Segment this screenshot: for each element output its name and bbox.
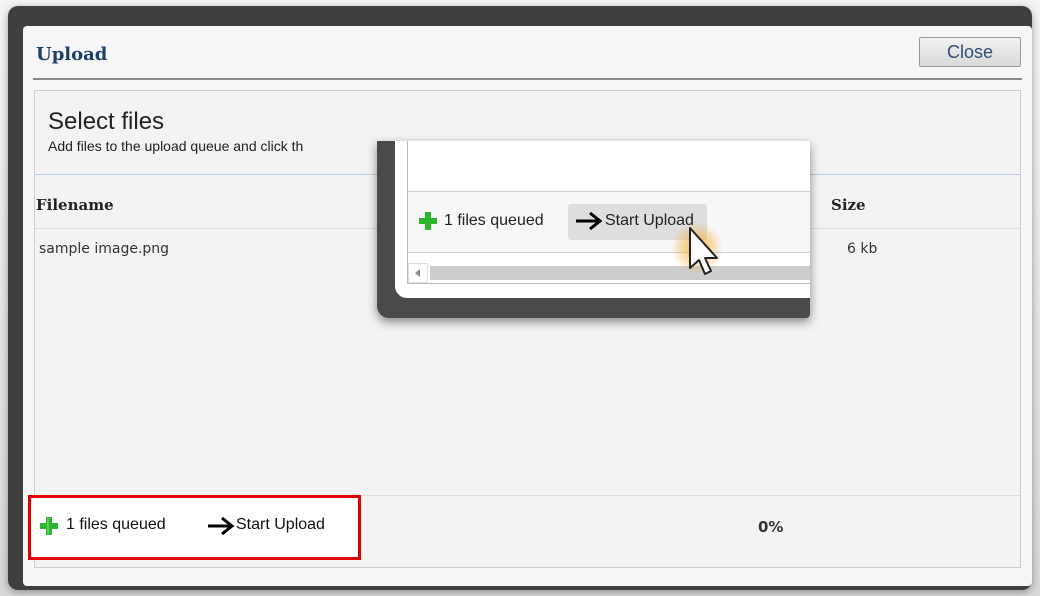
horizontal-scrollbar[interactable] (408, 263, 810, 283)
close-button[interactable]: Close (919, 37, 1021, 67)
scrollbar-thumb[interactable] (430, 266, 810, 280)
plus-icon (40, 517, 58, 535)
upload-progress-percent: 0% (758, 518, 784, 536)
arrow-right-icon[interactable] (207, 516, 235, 536)
size-column-header[interactable]: Size (831, 196, 866, 214)
scroll-left-button[interactable] (408, 263, 428, 283)
file-name-cell: sample image.png (39, 241, 170, 257)
select-files-instructions: Add files to the upload queue and click … (48, 138, 304, 154)
zoom-files-queued-label: 1 files queued (444, 212, 544, 229)
file-size-cell: 6 kb (847, 241, 878, 257)
pointer-cursor-icon (671, 222, 723, 275)
zoom-plus-icon (419, 212, 437, 230)
filename-column-header[interactable]: Filename (36, 196, 114, 214)
files-queued-label: 1 files queued (66, 516, 166, 533)
zoom-arrow-right-icon (576, 211, 603, 231)
select-files-heading: Select files (48, 108, 165, 135)
start-upload-button[interactable]: Start Upload (236, 516, 325, 534)
title-divider (33, 78, 1022, 80)
dialog-title: Upload (36, 44, 108, 65)
caret-left-icon (415, 269, 420, 277)
